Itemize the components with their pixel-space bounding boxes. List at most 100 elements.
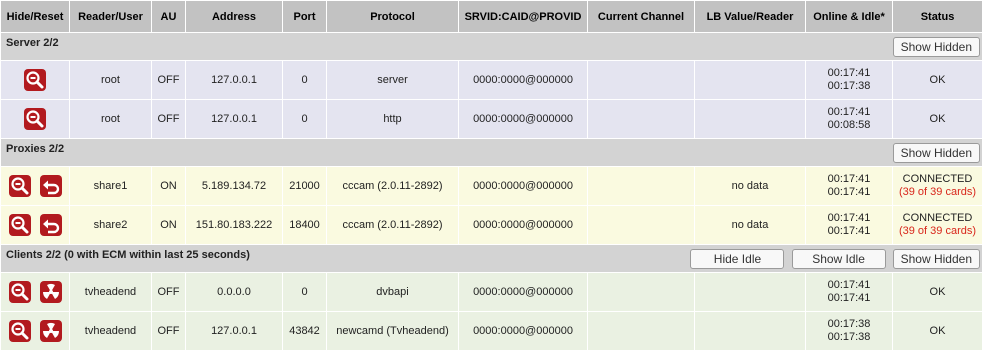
au-cell: OFF (151, 60, 186, 100)
status-cell: CONNECTED (39 of 39 cards) (892, 205, 983, 245)
port-cell: 21000 (282, 166, 327, 206)
idle-time: 00:17:41 (827, 225, 871, 237)
srvid-cell: 0000:0000@000000 (458, 272, 588, 312)
proxies-show-hidden-button[interactable]: Show Hidden (892, 142, 980, 163)
table-row: share1 ON 5.189.134.72 21000 cccam (2.0.… (0, 166, 983, 206)
srvid-cell: 0000:0000@000000 (458, 205, 588, 245)
address-cell: 5.189.134.72 (185, 166, 283, 206)
protocol-cell: newcamd (Tvheadend) (326, 311, 459, 351)
address-cell: 127.0.0.1 (185, 311, 283, 351)
port-cell: 43842 (282, 311, 327, 351)
protocol-cell: server (326, 60, 459, 100)
srvid-cell: 0000:0000@000000 (458, 166, 588, 206)
radiation-icon[interactable] (39, 281, 62, 303)
cards-count: (39 of 39 cards) (898, 225, 977, 237)
col-protocol: Protocol (326, 0, 459, 33)
status-cell: OK (892, 272, 983, 312)
online-idle-cell: 00:17:41 00:17:41 (805, 166, 893, 206)
col-hide-reset: Hide/Reset (0, 0, 70, 33)
online-time: 00:17:41 (827, 173, 871, 185)
online-time: 00:17:41 (827, 67, 871, 79)
reader-user-cell: root (69, 60, 152, 100)
protocol-cell: cccam (2.0.11-2892) (326, 166, 459, 206)
online-idle-cell: 00:17:41 00:17:41 (805, 272, 893, 312)
server-section-title: Server 2/2 (6, 36, 59, 49)
online-time: 00:17:38 (827, 318, 871, 330)
col-au: AU (151, 0, 186, 33)
status-cell: CONNECTED (39 of 39 cards) (892, 166, 983, 206)
protocol-cell: dvbapi (326, 272, 459, 312)
reset-arrow-icon[interactable] (39, 214, 62, 236)
magnifier-minus-icon[interactable] (8, 214, 31, 236)
address-cell: 0.0.0.0 (185, 272, 283, 312)
col-srvid: SRVID:CAID@PROVID (458, 0, 588, 33)
magnifier-minus-icon[interactable] (8, 281, 31, 303)
magnifier-minus-icon[interactable] (24, 69, 46, 91)
hide-idle-button[interactable]: Hide Idle (690, 248, 785, 269)
reset-arrow-icon[interactable] (39, 175, 62, 197)
au-cell: OFF (151, 311, 186, 351)
clients-show-hidden-button[interactable]: Show Hidden (892, 248, 980, 269)
reader-user-cell: root (69, 99, 152, 139)
cards-count: (39 of 39 cards) (898, 186, 977, 198)
protocol-cell: http (326, 99, 459, 139)
port-cell: 0 (282, 99, 327, 139)
address-cell: 127.0.0.1 (185, 99, 283, 139)
au-cell: OFF (151, 272, 186, 312)
protocol-cell: cccam (2.0.11-2892) (326, 205, 459, 245)
address-cell: 127.0.0.1 (185, 60, 283, 100)
col-reader-user: Reader/User (69, 0, 152, 33)
magnifier-minus-icon[interactable] (24, 108, 46, 130)
show-idle-button[interactable]: Show Idle (791, 248, 886, 269)
col-lb-value: LB Value/Reader (694, 0, 806, 33)
channel-cell (587, 166, 695, 206)
online-time: 00:17:41 (827, 106, 871, 118)
port-cell: 0 (282, 60, 327, 100)
server-show-hidden-button[interactable]: Show Hidden (892, 36, 980, 57)
col-address: Address (185, 0, 283, 33)
table-row: tvheadend OFF 0.0.0.0 0 dvbapi 0000:0000… (0, 272, 983, 312)
channel-cell (587, 60, 695, 100)
channel-cell (587, 272, 695, 312)
idle-time: 00:08:58 (827, 119, 871, 131)
col-current-channel: Current Channel (587, 0, 695, 33)
channel-cell (587, 99, 695, 139)
online-idle-cell: 00:17:38 00:17:38 (805, 311, 893, 351)
idle-time: 00:17:41 (827, 186, 871, 198)
magnifier-minus-icon[interactable] (8, 320, 31, 342)
col-online-idle: Online & Idle* (805, 0, 893, 33)
port-cell: 18400 (282, 205, 327, 245)
address-cell: 151.80.183.222 (185, 205, 283, 245)
srvid-cell: 0000:0000@000000 (458, 99, 588, 139)
clients-section-header: Clients 2/2 (0 with ECM within last 25 s… (0, 244, 983, 273)
idle-time: 00:17:41 (827, 292, 871, 304)
status-text: CONNECTED (902, 212, 973, 224)
status-text: CONNECTED (902, 173, 973, 185)
lb-cell (694, 99, 806, 139)
au-cell: ON (151, 166, 186, 206)
online-idle-cell: 00:17:41 00:17:38 (805, 60, 893, 100)
table-row: root OFF 127.0.0.1 0 server 0000:0000@00… (0, 60, 983, 100)
status-cell: OK (892, 311, 983, 351)
col-port: Port (282, 0, 327, 33)
idle-time: 00:17:38 (827, 80, 871, 92)
magnifier-minus-icon[interactable] (8, 175, 31, 197)
table-row: share2 ON 151.80.183.222 18400 cccam (2.… (0, 205, 983, 245)
lb-cell (694, 272, 806, 312)
server-section-header: Server 2/2 Show Hidden (0, 32, 983, 61)
proxies-section-header: Proxies 2/2 Show Hidden (0, 138, 983, 167)
table-row: root OFF 127.0.0.1 0 http 0000:0000@0000… (0, 99, 983, 139)
status-cell: OK (892, 99, 983, 139)
clients-section-title: Clients 2/2 (0 with ECM within last 25 s… (6, 248, 250, 261)
online-idle-cell: 00:17:41 00:17:41 (805, 205, 893, 245)
table-row: tvheadend OFF 127.0.0.1 43842 newcamd (T… (0, 311, 983, 351)
table-header-row: Hide/Reset Reader/User AU Address Port P… (0, 0, 983, 33)
lb-cell: no data (694, 166, 806, 206)
col-status: Status (892, 0, 983, 33)
port-cell: 0 (282, 272, 327, 312)
online-idle-cell: 00:17:41 00:08:58 (805, 99, 893, 139)
radiation-icon[interactable] (39, 320, 62, 342)
lb-cell: no data (694, 205, 806, 245)
proxies-section-title: Proxies 2/2 (6, 142, 65, 155)
reader-user-cell: share2 (69, 205, 152, 245)
